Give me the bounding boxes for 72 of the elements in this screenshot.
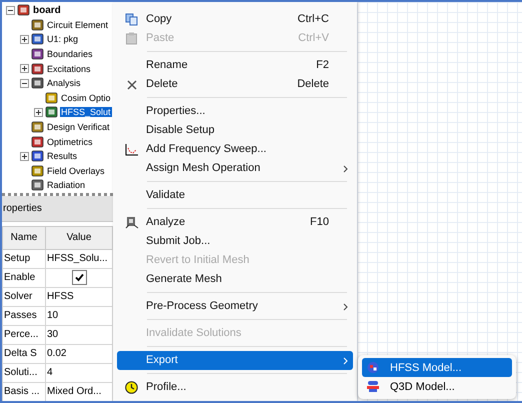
expand-icon[interactable]: [20, 34, 29, 44]
expand-icon[interactable]: [20, 152, 29, 161]
table-cell: Soluti...: [2, 363, 46, 382]
chevron-right-icon: [342, 302, 348, 310]
tree-node-icon: [31, 33, 44, 46]
table-cell: Setup: [2, 249, 46, 268]
chart-icon: [124, 144, 138, 156]
enable-checkbox[interactable]: [72, 270, 86, 286]
analyze-icon: [124, 216, 138, 229]
model-icon: [366, 361, 380, 374]
menu-item[interactable]: Export: [117, 351, 353, 370]
menu-item[interactable]: Copy Ctrl+C: [117, 10, 353, 29]
tree-item[interactable]: U1: pkg: [46, 34, 80, 44]
expand-icon[interactable]: [34, 108, 43, 117]
menu-item[interactable]: Delete Delete: [117, 75, 353, 94]
table-cell: Delta S: [2, 344, 46, 364]
tree-item[interactable]: Radiation: [46, 180, 86, 190]
checkmark-icon: [74, 272, 84, 284]
tree-node-icon: [31, 150, 44, 162]
clock-icon: [125, 381, 138, 394]
menu-item[interactable]: Submit Job...: [117, 232, 353, 251]
tree-item[interactable]: Field Overlays: [46, 166, 106, 176]
menu-item[interactable]: Pre-Process Geometry: [117, 297, 353, 316]
table-cell: Basis ...: [2, 382, 46, 401]
close-icon: [126, 78, 138, 90]
tree-item[interactable]: HFSS_Solut: [60, 107, 112, 118]
menu-item[interactable]: Generate Mesh: [117, 270, 353, 289]
column-header: Name: [2, 226, 46, 250]
menu-item[interactable]: Disable Setup: [117, 121, 353, 140]
model-icon: [366, 380, 380, 393]
table-cell: Passes: [2, 306, 46, 326]
tree-item[interactable]: Excitations: [46, 64, 92, 74]
panel-title: roperties: [2, 196, 113, 222]
tree-node-icon: [31, 121, 44, 134]
tree-item[interactable]: Design Verificat: [46, 122, 111, 132]
column-header: Value: [46, 226, 112, 250]
tree-node-icon: [45, 106, 58, 118]
menu-item[interactable]: Add Frequency Sweep...: [117, 140, 353, 159]
tree-node-icon: [17, 4, 30, 16]
tree-node-icon: [31, 18, 44, 31]
menu-item[interactable]: Analyze F10: [117, 213, 353, 232]
tree-node-icon: [31, 179, 44, 192]
tree-item[interactable]: Optimetrics: [46, 136, 94, 147]
tree-node-icon: [31, 164, 44, 177]
chevron-right-icon: [342, 356, 348, 364]
table-cell: Enable: [2, 268, 46, 288]
menu-item[interactable]: Q3D Model...: [362, 377, 512, 396]
menu-item[interactable]: Rename F2: [117, 56, 353, 75]
tree-item[interactable]: board: [32, 4, 62, 16]
tree-item[interactable]: Cosim Optio: [60, 92, 112, 103]
tree-node-icon: [45, 92, 58, 104]
tree-item[interactable]: Circuit Element: [46, 20, 110, 30]
table-cell: Perce...: [2, 325, 46, 344]
tree-node-icon: [31, 62, 44, 75]
tree-node-icon: [31, 48, 44, 60]
tree-item[interactable]: Results: [46, 151, 78, 162]
menu-item[interactable]: Validate: [117, 186, 353, 205]
collapse-icon[interactable]: [6, 6, 15, 15]
menu-item[interactable]: HFSS Model...: [362, 358, 512, 377]
expand-icon[interactable]: [20, 64, 29, 74]
chevron-right-icon: [342, 164, 348, 172]
menu-item[interactable]: Properties...: [117, 102, 353, 121]
menu-item[interactable]: Assign Mesh Operation: [117, 159, 353, 178]
tree-item[interactable]: Analysis: [46, 78, 82, 88]
collapse-icon[interactable]: [20, 78, 29, 88]
table-cell: Solver: [2, 287, 46, 306]
tree-item[interactable]: Boundaries: [46, 49, 94, 60]
tree-node-icon: [31, 136, 44, 148]
tree-node-icon: [31, 77, 44, 90]
menu-item[interactable]: Profile...: [117, 378, 353, 397]
copy-icon: [124, 13, 138, 26]
clipboard-icon: [124, 32, 138, 45]
